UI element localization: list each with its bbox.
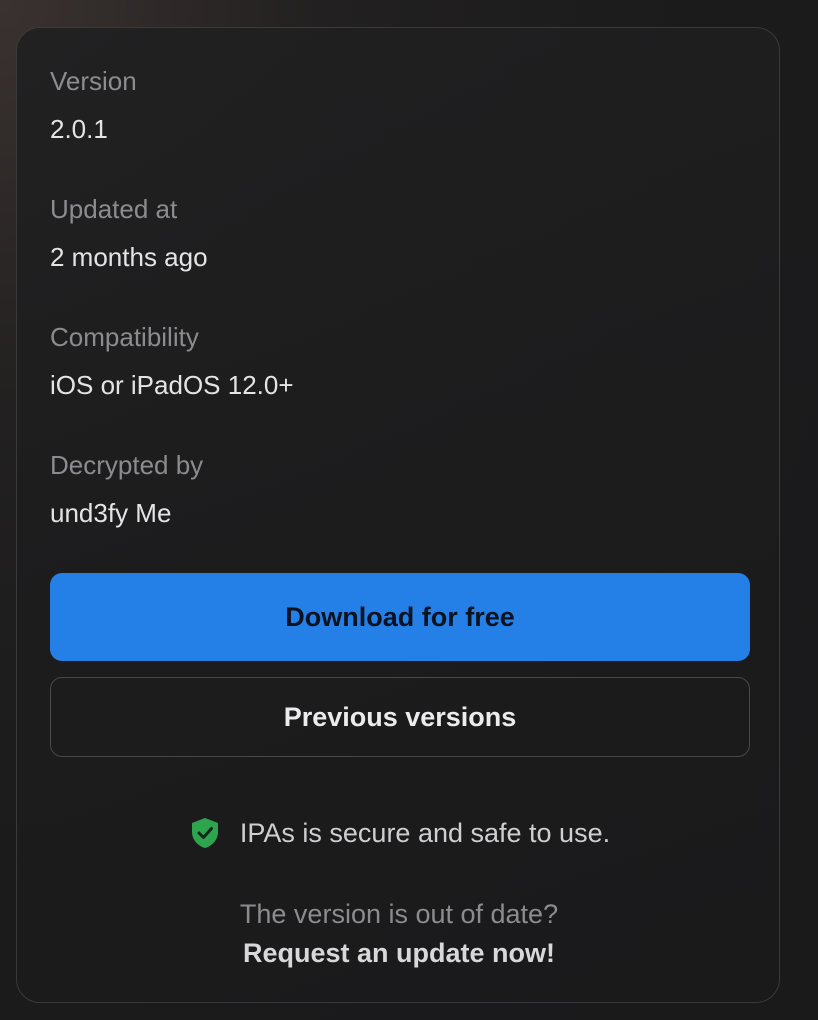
security-notice: IPAs is secure and safe to use.	[17, 816, 781, 850]
decrypted-field: Decrypted by und3fy Me	[50, 450, 203, 528]
shield-check-icon	[188, 816, 222, 850]
download-button[interactable]: Download for free	[50, 573, 750, 661]
version-field: Version 2.0.1	[50, 66, 137, 144]
version-label: Version	[50, 66, 137, 96]
compatibility-value: iOS or iPadOS 12.0+	[50, 370, 294, 400]
request-update-link[interactable]: Request an update now!	[17, 937, 781, 969]
compatibility-label: Compatibility	[50, 322, 199, 352]
outdated-prompt: The version is out of date?	[239, 899, 559, 929]
app-info-card: Version 2.0.1 Updated at 2 months ago Co…	[16, 27, 780, 1003]
previous-versions-button[interactable]: Previous versions	[50, 677, 750, 757]
decrypted-label: Decrypted by	[50, 450, 204, 480]
updated-label: Updated at	[50, 194, 178, 224]
updated-field: Updated at 2 months ago	[50, 194, 208, 272]
compatibility-field: Compatibility iOS or iPadOS 12.0+	[50, 322, 294, 400]
decrypted-value: und3fy Me	[50, 498, 172, 528]
version-value: 2.0.1	[50, 114, 108, 144]
security-text: IPAs is secure and safe to use.	[239, 817, 611, 848]
updated-value: 2 months ago	[50, 242, 208, 272]
